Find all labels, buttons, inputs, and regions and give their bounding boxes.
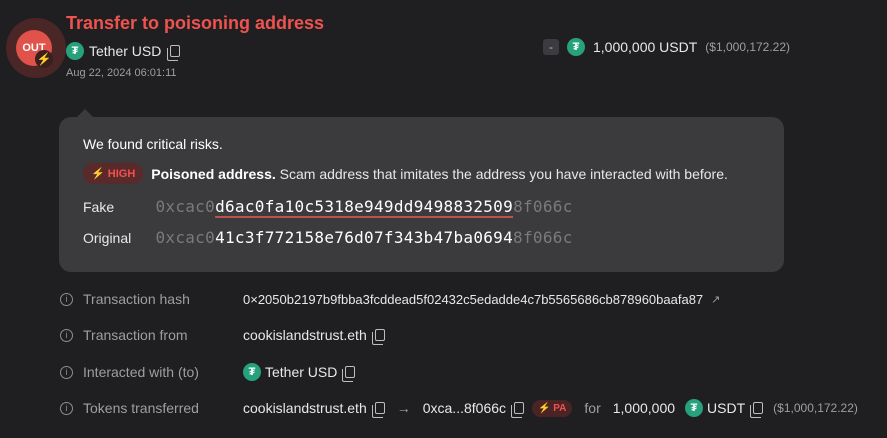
tokens-usd: ($1,000,172.22) [773, 401, 858, 415]
original-address-row: Original 0xcac041c3f772158e76d07f343b47b… [83, 228, 573, 248]
copy-icon[interactable] [167, 45, 181, 61]
tether-icon: ₮ [685, 399, 704, 417]
fake-address-row: Fake 0xcac0d6ac0fa10c5318e949dd949883250… [83, 197, 573, 217]
amount: 1,000,000 USDT [593, 39, 698, 55]
info-icon: i [60, 365, 73, 379]
token-name: Tether USD [89, 43, 162, 59]
tx-from-value[interactable]: cookislandstrust.eth [243, 327, 367, 343]
tokens-from[interactable]: cookislandstrust.eth [243, 400, 367, 416]
risk-card: We found critical risks. ⚡ HIGH Poisoned… [59, 109, 784, 272]
interacted-with-row: i Interacted with (to) ₮ Tether USD [60, 363, 356, 382]
arrow-right-icon: → [396, 400, 411, 416]
for-text: for [584, 400, 601, 416]
tokens-transferred-row: i Tokens transferred cookislandstrust.et… [60, 399, 858, 418]
tx-hash-row: i Transaction hash 0×2050b2197b9fbba3fcd… [60, 291, 720, 307]
info-icon: i [60, 401, 73, 415]
tx-from-row: i Transaction from cookislandstrust.eth [60, 327, 385, 345]
tether-icon: ₮ [66, 42, 84, 60]
poisoned-address-badge: ⚡ PA [532, 399, 573, 417]
timestamp: Aug 22, 2024 06:01:11 [66, 67, 177, 79]
copy-icon[interactable] [371, 402, 385, 418]
external-link-icon[interactable]: ↗ [711, 293, 720, 306]
original-address[interactable]: 0xcac041c3f772158e76d07f343b47ba06948f06… [155, 228, 572, 247]
token-row: ₮ Tether USD [66, 42, 181, 61]
copy-icon[interactable] [342, 366, 356, 382]
interacted-with-label: Interacted with (to) [83, 364, 199, 380]
copy-icon[interactable] [511, 402, 525, 418]
tokens-to[interactable]: 0xca...8f066c [423, 400, 506, 416]
risk-headline: Poisoned address. [151, 165, 276, 182]
amount-summary: - ₮ 1,000,000 USDT ($1,000,172.22) [543, 38, 790, 56]
risk-description: Scam address that imitates the address y… [279, 165, 728, 182]
tokens-symbol[interactable]: USDT [707, 400, 745, 416]
amount-usd: ($1,000,172.22) [705, 40, 791, 54]
tokens-transferred-label: Tokens transferred [83, 400, 199, 416]
tx-hash-link[interactable]: 0×2050b2197b9fbba3fcddead5f02432c5edadde… [243, 292, 703, 307]
tokens-amount: 1,000,000 [612, 400, 676, 416]
original-label: Original [83, 230, 132, 246]
fake-address[interactable]: 0xcac0d6ac0fa10c5318e949dd94988325098f06… [155, 197, 572, 216]
tx-from-label: Transaction from [83, 327, 188, 343]
tether-icon: ₮ [567, 38, 585, 56]
bolt-icon: ⚡ [35, 50, 53, 68]
tx-hash-label: Transaction hash [83, 291, 190, 307]
interacted-with-value[interactable]: Tether USD [265, 364, 337, 380]
page-title: Transfer to poisoning address [66, 13, 325, 33]
risk-level-badge: ⚡ HIGH [83, 163, 144, 184]
risk-title: We found critical risks. [83, 136, 223, 152]
copy-icon[interactable] [750, 402, 764, 418]
fake-label: Fake [83, 199, 115, 215]
info-icon: i [60, 328, 73, 342]
tether-icon: ₮ [243, 363, 261, 381]
minus-sign: - [543, 39, 559, 55]
risk-line: ⚡ HIGH Poisoned address. Scam address th… [83, 163, 728, 184]
info-icon: i [60, 292, 73, 306]
copy-icon[interactable] [371, 329, 385, 345]
